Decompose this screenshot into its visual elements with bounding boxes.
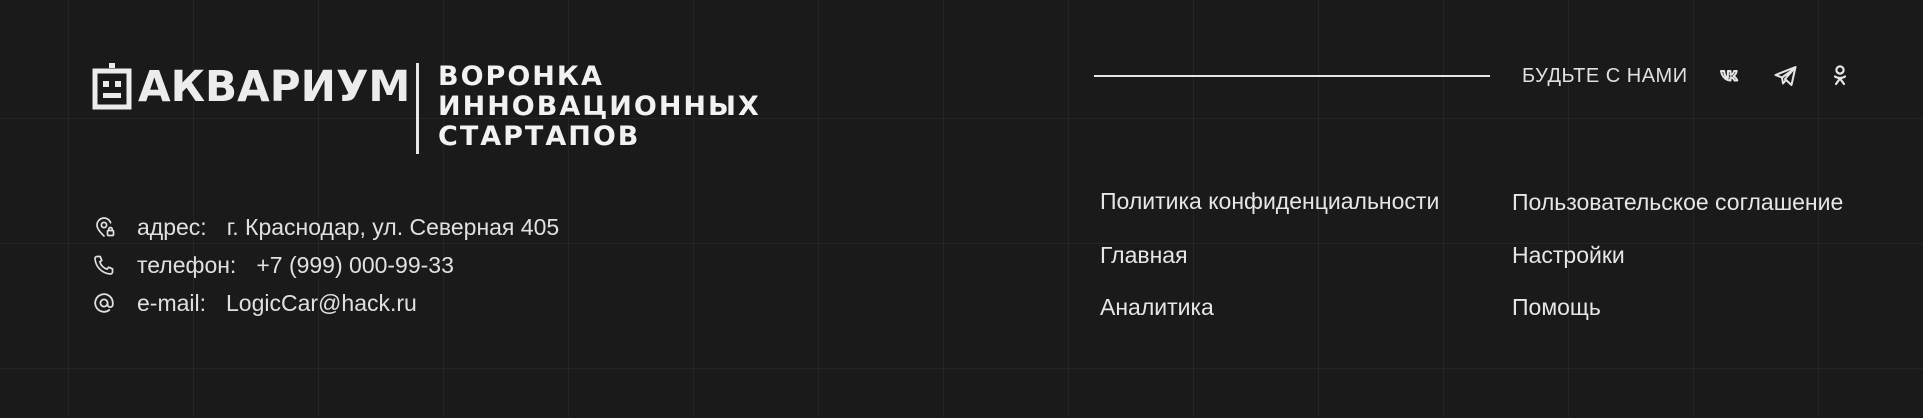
social-divider-line bbox=[1094, 75, 1490, 77]
odnoklassniki-icon[interactable] bbox=[1826, 62, 1854, 90]
nav-link-privacy[interactable]: Политика конфиденциальности bbox=[1100, 187, 1439, 215]
tagline-line: ИННОВАЦИОННЫХ bbox=[438, 91, 761, 122]
nav-link-home[interactable]: Главная bbox=[1100, 241, 1188, 269]
contact-value[interactable]: +7 (999) 000-99-33 bbox=[256, 252, 454, 279]
contacts: адрес: г. Краснодар, ул. Северная 405 те… bbox=[92, 208, 559, 322]
at-icon bbox=[92, 291, 116, 315]
tagline-line: ВОРОНКА bbox=[438, 61, 604, 92]
logo-name: АКВАРИУМ bbox=[138, 62, 411, 112]
contact-value[interactable]: LogicCar@hack.ru bbox=[226, 290, 417, 317]
nav-link-settings[interactable]: Настройки bbox=[1512, 241, 1625, 269]
vk-icon[interactable] bbox=[1717, 62, 1745, 90]
logo-tagline: ВОРОНКА ИННОВАЦИОННЫХ СТАРТАПОВ bbox=[438, 62, 761, 152]
footer: АКВАРИУМ ВОРОНКА ИННОВАЦИОННЫХ СТАРТАПОВ… bbox=[0, 0, 1923, 418]
logo[interactable]: АКВАРИУМ bbox=[92, 63, 416, 111]
phone-icon bbox=[92, 253, 116, 277]
contact-value: г. Краснодар, ул. Северная 405 bbox=[226, 213, 560, 240]
nav-link-analytics[interactable]: Аналитика bbox=[1100, 293, 1214, 321]
contact-label: адрес: bbox=[137, 213, 207, 240]
tagline-line: СТАРТАПОВ bbox=[438, 121, 641, 152]
contact-address: адрес: г. Краснодар, ул. Северная 405 bbox=[92, 208, 559, 246]
map-pin-icon bbox=[92, 215, 116, 239]
social-label: БУДЬТЕ С НАМИ bbox=[1522, 65, 1688, 87]
nav-link-help[interactable]: Помощь bbox=[1512, 293, 1601, 321]
contact-label: телефон: bbox=[137, 251, 237, 278]
contact-email: e-mail: LogicCar@hack.ru bbox=[92, 284, 559, 322]
nav-link-agreement[interactable]: Пользовательское соглашение bbox=[1512, 188, 1843, 216]
contact-phone: телефон: +7 (999) 000-99-33 bbox=[92, 246, 559, 284]
telegram-icon[interactable] bbox=[1772, 62, 1800, 90]
robot-logo-icon bbox=[92, 63, 132, 110]
logo-divider bbox=[416, 63, 419, 154]
contact-label: e-mail: bbox=[137, 289, 207, 316]
